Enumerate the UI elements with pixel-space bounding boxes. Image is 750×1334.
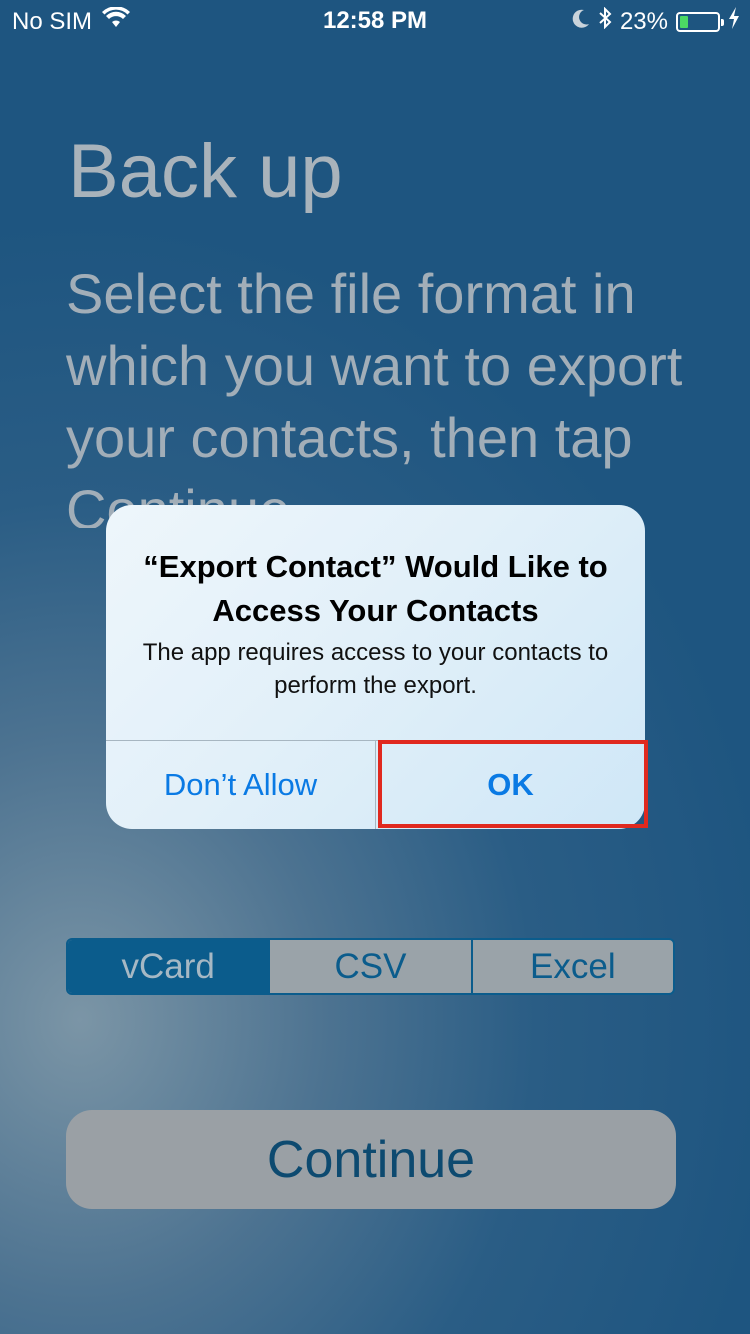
ok-highlight-box bbox=[378, 740, 648, 828]
format-segmented-control[interactable]: vCard CSV Excel bbox=[66, 938, 675, 995]
status-bar: No SIM 12:58 PM 23% bbox=[0, 0, 750, 40]
charging-icon bbox=[728, 7, 740, 36]
alert-title: “Export Contact” Would Like to Access Yo… bbox=[143, 549, 608, 628]
page-title: Back up bbox=[68, 129, 343, 214]
continue-button[interactable]: Continue bbox=[66, 1110, 676, 1209]
battery-icon bbox=[676, 11, 724, 32]
moon-icon bbox=[572, 8, 590, 36]
alert-message: The app requires access to your contacts… bbox=[142, 639, 609, 699]
dont-allow-button[interactable]: Don’t Allow bbox=[106, 741, 375, 829]
bluetooth-icon bbox=[598, 6, 612, 36]
segment-excel[interactable]: Excel bbox=[470, 940, 673, 993]
segment-vcard[interactable]: vCard bbox=[68, 940, 269, 993]
segment-csv[interactable]: CSV bbox=[268, 940, 470, 993]
battery-level-fill bbox=[680, 15, 688, 28]
battery-percent: 23% bbox=[619, 7, 668, 35]
instructions-text: Select the file format in which you want… bbox=[66, 262, 683, 528]
